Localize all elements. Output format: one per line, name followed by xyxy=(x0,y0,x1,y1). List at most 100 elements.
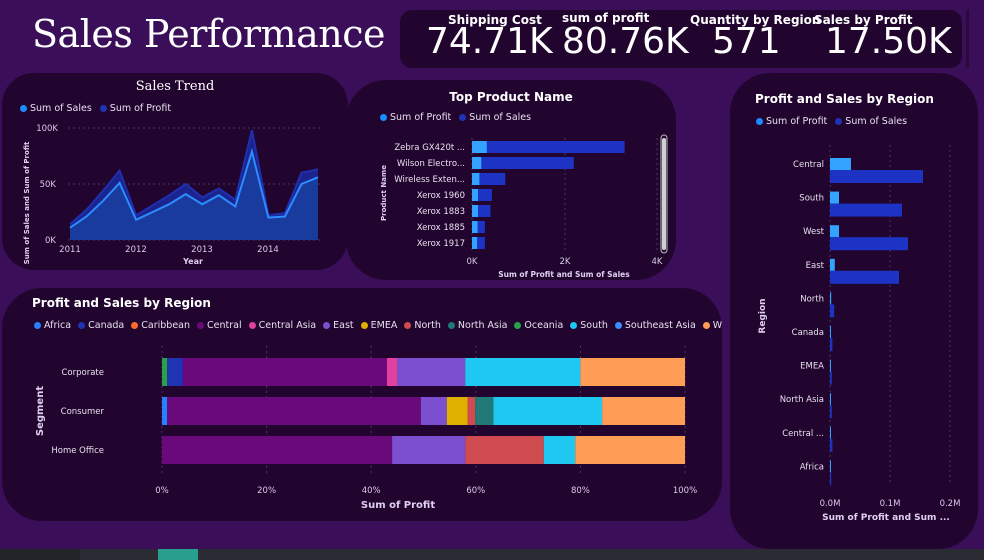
sales-bar[interactable] xyxy=(830,338,833,351)
segment-bar-part[interactable] xyxy=(167,358,183,386)
region-label: Africa xyxy=(800,462,824,472)
xtick-label: 0.2M xyxy=(940,499,961,509)
product-label: Wilson Electro... xyxy=(397,159,465,169)
product-label: Xerox 1917 xyxy=(417,239,465,249)
segment-bar-part[interactable] xyxy=(162,436,393,464)
scrollbar-thumb[interactable] xyxy=(662,138,666,250)
segment-bar-part[interactable] xyxy=(397,358,466,386)
segment-bar-part[interactable] xyxy=(467,397,476,425)
segment-bar-part[interactable] xyxy=(602,397,685,425)
region-label: North Asia xyxy=(780,395,824,405)
sales-bar[interactable] xyxy=(830,371,832,385)
xtick-label: 2013 xyxy=(191,245,213,255)
xtick-label: 20% xyxy=(257,486,276,496)
page-tab[interactable] xyxy=(0,549,80,560)
profit-bar[interactable] xyxy=(830,326,831,338)
segment-label: Home Office xyxy=(51,446,104,456)
sales-bar[interactable] xyxy=(830,237,908,251)
product-label: Zebra GX420t ... xyxy=(394,143,465,153)
region-right-chart: Region Central South West East North Canada EM… xyxy=(758,145,961,523)
segment-bar-part[interactable] xyxy=(420,397,447,425)
segment-bar-part[interactable] xyxy=(162,397,168,425)
kpi-quantity-value: 571 xyxy=(712,21,781,62)
region-label: Central ... xyxy=(782,429,824,439)
region-label: Central xyxy=(793,160,824,170)
segment-bar-part[interactable] xyxy=(575,436,685,464)
profit-bar[interactable] xyxy=(472,221,478,233)
page-tab-active[interactable] xyxy=(158,549,198,560)
product-label: Xerox 1885 xyxy=(417,223,465,233)
top-product-ylabel: Product Name xyxy=(380,165,388,221)
sales-trend-xlabel: Year xyxy=(182,257,203,266)
profit-bar[interactable] xyxy=(472,141,487,153)
profit-bar[interactable] xyxy=(472,237,478,249)
region-label: East xyxy=(806,261,825,271)
kpi-edge xyxy=(966,10,969,68)
profit-bar[interactable] xyxy=(830,258,835,271)
segment-label: Corporate xyxy=(62,368,105,378)
profit-bar[interactable] xyxy=(830,359,831,372)
profit-bar[interactable] xyxy=(472,157,482,169)
sales-bar[interactable] xyxy=(830,270,899,284)
sales-trend-ylabel: Sum of Sales and Sum of Profit xyxy=(23,141,31,264)
region-segment-chart: Segment Corporate Consumer Home Office 0% 2… xyxy=(35,346,697,511)
segment-bar-part[interactable] xyxy=(580,358,685,386)
xtick-label: 0.1M xyxy=(880,499,901,509)
sales-bar[interactable] xyxy=(830,405,832,419)
kpi-shipping-cost-value: 74.71K xyxy=(426,21,553,62)
top-product-chart: Product Name Zebra GX420t ... Wilson Elec… xyxy=(380,134,668,279)
xtick-label: 60% xyxy=(466,486,485,496)
profit-bar[interactable] xyxy=(830,426,831,439)
sales-bar[interactable] xyxy=(472,141,625,153)
segment-bar-part[interactable] xyxy=(162,358,168,386)
ytick-label: 100K xyxy=(36,124,58,134)
profit-bar[interactable] xyxy=(830,393,831,406)
region-segment-panel: Profit and Sales by Region Africa Canada C… xyxy=(2,288,722,521)
ytick-label: 50K xyxy=(40,180,57,190)
profit-bar[interactable] xyxy=(472,205,478,217)
profit-bar[interactable] xyxy=(472,189,478,201)
region-label: North xyxy=(800,294,824,304)
product-label: Wireless Exten... xyxy=(394,175,465,185)
page-title: Sales Performance xyxy=(32,12,385,56)
segment-bar-part[interactable] xyxy=(167,397,421,425)
segment-bar-part[interactable] xyxy=(493,397,603,425)
sales-bar[interactable] xyxy=(830,304,835,318)
kpi-sales-by-profit-value: 17.50K xyxy=(825,21,952,62)
sales-bar[interactable] xyxy=(830,170,923,183)
sales-bar[interactable] xyxy=(830,203,902,217)
region-right-xlabel: Sum of Profit and Sum ... xyxy=(822,513,950,523)
segment-bar-part[interactable] xyxy=(543,436,576,464)
bottom-tab-bar xyxy=(0,549,984,560)
sales-bar[interactable] xyxy=(472,157,574,169)
region-label: EMEA xyxy=(800,362,824,372)
segment-bar-part[interactable] xyxy=(182,358,387,386)
region-segment-ylabel: Segment xyxy=(35,386,46,436)
segment-bar-part[interactable] xyxy=(465,436,544,464)
profit-bar[interactable] xyxy=(830,225,839,238)
sales-bar[interactable] xyxy=(830,472,832,486)
profit-bar[interactable] xyxy=(830,460,831,473)
xtick-label: 4K xyxy=(652,257,663,267)
region-right-ylabel: Region xyxy=(758,298,768,333)
sales-bar[interactable] xyxy=(830,438,833,452)
region-right-panel: Profit and Sales by Region Sum of Profit… xyxy=(730,73,978,549)
product-label: Xerox 1883 xyxy=(417,207,465,217)
kpi-card: Shipping Cost 74.71K sum of profit 80.76… xyxy=(400,10,962,68)
xtick-label: 40% xyxy=(362,486,381,496)
profit-bar[interactable] xyxy=(830,158,851,170)
xtick-label: 80% xyxy=(571,486,590,496)
profit-bar[interactable] xyxy=(830,191,839,204)
segment-bar-part[interactable] xyxy=(386,358,398,386)
segment-bar-part[interactable] xyxy=(392,436,466,464)
top-product-xlabel: Sum of Profit and Sum of Sales xyxy=(498,270,630,279)
sales-trend-panel: Sales Trend Sum of Sales Sum of Profit S… xyxy=(2,73,348,270)
profit-bar[interactable] xyxy=(830,292,832,305)
segment-bar-part[interactable] xyxy=(475,397,494,425)
region-right-bars: Central South West East North Canada EMEA North… xyxy=(780,158,923,486)
ytick-label: 0K xyxy=(45,236,56,246)
segment-label: Consumer xyxy=(61,407,105,417)
profit-bar[interactable] xyxy=(472,173,480,185)
segment-bar-part[interactable] xyxy=(446,397,468,425)
segment-bar-part[interactable] xyxy=(465,358,581,386)
